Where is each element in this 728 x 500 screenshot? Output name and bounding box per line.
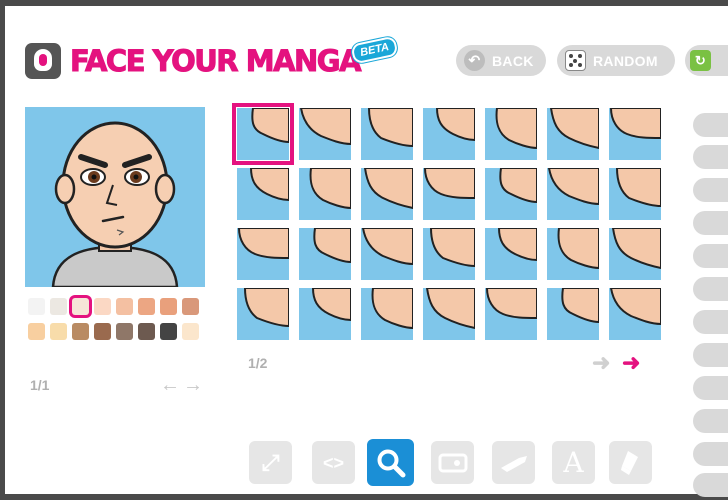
window-frame-left bbox=[0, 0, 5, 500]
back-arrow-icon: ↶ bbox=[464, 50, 485, 71]
back-button[interactable]: ↶ BACK bbox=[456, 45, 546, 76]
shape-option-tile[interactable] bbox=[299, 288, 351, 340]
skin-swatch[interactable] bbox=[94, 323, 111, 340]
zoom-tool-button[interactable] bbox=[367, 439, 414, 486]
skin-swatch[interactable] bbox=[116, 323, 133, 340]
category-tab[interactable] bbox=[693, 244, 728, 268]
shape-option-tile[interactable] bbox=[232, 103, 294, 165]
palette-next-arrow-icon[interactable]: → bbox=[183, 375, 203, 395]
face-shape-tool-button[interactable] bbox=[431, 441, 474, 484]
skin-swatch[interactable] bbox=[138, 298, 155, 315]
shape-option-tile[interactable] bbox=[547, 288, 599, 340]
skin-swatch[interactable] bbox=[28, 298, 45, 315]
shape-option-tile[interactable] bbox=[485, 228, 537, 280]
shape-option-tile[interactable] bbox=[299, 168, 351, 220]
brush-tool-button[interactable] bbox=[492, 441, 535, 484]
random-button[interactable]: RANDOM bbox=[557, 45, 675, 76]
shape-option-tile[interactable] bbox=[485, 288, 537, 340]
move-tool-button[interactable]: <> bbox=[312, 441, 355, 484]
shape-option-tile[interactable] bbox=[237, 228, 289, 280]
skin-swatch[interactable] bbox=[72, 298, 89, 315]
shape-option-tile[interactable] bbox=[361, 168, 413, 220]
shape-option-tile[interactable] bbox=[609, 108, 661, 160]
skin-swatch[interactable] bbox=[138, 323, 155, 340]
category-tab[interactable] bbox=[693, 113, 728, 137]
category-tab[interactable] bbox=[693, 145, 728, 169]
avatar-face-illustration bbox=[51, 121, 179, 287]
palette-prev-arrow-icon[interactable]: ← bbox=[160, 375, 180, 395]
shape-option-tile[interactable] bbox=[547, 108, 599, 160]
category-tab[interactable] bbox=[693, 409, 728, 433]
skin-swatch[interactable] bbox=[182, 323, 199, 340]
shape-option-tile[interactable] bbox=[361, 228, 413, 280]
skin-swatch[interactable] bbox=[94, 298, 111, 315]
shape-option-tile[interactable] bbox=[299, 108, 351, 160]
resize-tool-button[interactable]: ⤢ bbox=[249, 441, 292, 484]
shape-option-tile[interactable] bbox=[423, 228, 475, 280]
shape-option-tile[interactable] bbox=[237, 168, 289, 220]
app-logo-icon bbox=[25, 43, 61, 79]
shape-option-tile[interactable] bbox=[299, 228, 351, 280]
eraser-icon bbox=[620, 450, 638, 475]
window-frame-top bbox=[0, 0, 728, 6]
shape-option-tile[interactable] bbox=[361, 108, 413, 160]
search-icon bbox=[377, 449, 405, 477]
category-tab[interactable] bbox=[693, 310, 728, 334]
eraser-tool-button[interactable] bbox=[609, 441, 652, 484]
save-button[interactable]: ↻ bbox=[685, 45, 728, 76]
shape-option-tile[interactable] bbox=[423, 108, 475, 160]
category-tab[interactable] bbox=[693, 473, 728, 497]
skin-swatch[interactable] bbox=[28, 323, 45, 340]
category-tab[interactable] bbox=[693, 376, 728, 400]
text-icon: A bbox=[563, 445, 584, 479]
palette-page-indicator: 1/1 bbox=[30, 377, 50, 393]
grid-prev-arrow-icon[interactable]: ➜ bbox=[592, 350, 610, 376]
brush-icon bbox=[500, 455, 527, 472]
dice-icon bbox=[565, 50, 586, 71]
category-tab[interactable] bbox=[693, 343, 728, 367]
category-tab[interactable] bbox=[693, 442, 728, 466]
category-tab[interactable] bbox=[693, 211, 728, 235]
app-logo-text: FACE YOUR MANGA bbox=[69, 44, 362, 79]
skin-swatch[interactable] bbox=[160, 323, 177, 340]
grid-next-arrow-icon[interactable]: ➜ bbox=[622, 350, 640, 376]
face-shape-icon bbox=[438, 453, 467, 472]
shape-option-tile[interactable] bbox=[423, 168, 475, 220]
skin-swatch[interactable] bbox=[72, 323, 89, 340]
shape-option-tile[interactable] bbox=[423, 288, 475, 340]
avatar-preview bbox=[25, 107, 205, 287]
resize-icon: ⤢ bbox=[261, 449, 280, 475]
shape-option-tile[interactable] bbox=[547, 228, 599, 280]
shape-option-tile[interactable] bbox=[485, 168, 537, 220]
skin-swatch[interactable] bbox=[160, 298, 177, 315]
save-icon: ↻ bbox=[690, 50, 711, 71]
shape-option-tile[interactable] bbox=[237, 288, 289, 340]
code-arrows-icon: <> bbox=[322, 452, 345, 473]
skin-swatch[interactable] bbox=[116, 298, 133, 315]
text-tool-button[interactable]: A bbox=[552, 441, 595, 484]
grid-page-indicator: 1/2 bbox=[248, 355, 268, 371]
shape-option-tile[interactable] bbox=[609, 168, 661, 220]
category-tab[interactable] bbox=[693, 178, 728, 202]
shape-option-tile[interactable] bbox=[609, 288, 661, 340]
shape-option-tile[interactable] bbox=[547, 168, 599, 220]
window-frame-bottom bbox=[0, 494, 728, 500]
skin-swatch[interactable] bbox=[50, 323, 67, 340]
shape-option-tile[interactable] bbox=[361, 288, 413, 340]
beta-badge: BETA bbox=[350, 35, 399, 65]
random-button-label: RANDOM bbox=[593, 52, 658, 69]
skin-swatch[interactable] bbox=[50, 298, 67, 315]
skin-swatch[interactable] bbox=[182, 298, 199, 315]
shape-option-tile[interactable] bbox=[485, 108, 537, 160]
back-button-label: BACK bbox=[492, 52, 534, 69]
category-tab[interactable] bbox=[693, 277, 728, 301]
shape-option-tile[interactable] bbox=[609, 228, 661, 280]
